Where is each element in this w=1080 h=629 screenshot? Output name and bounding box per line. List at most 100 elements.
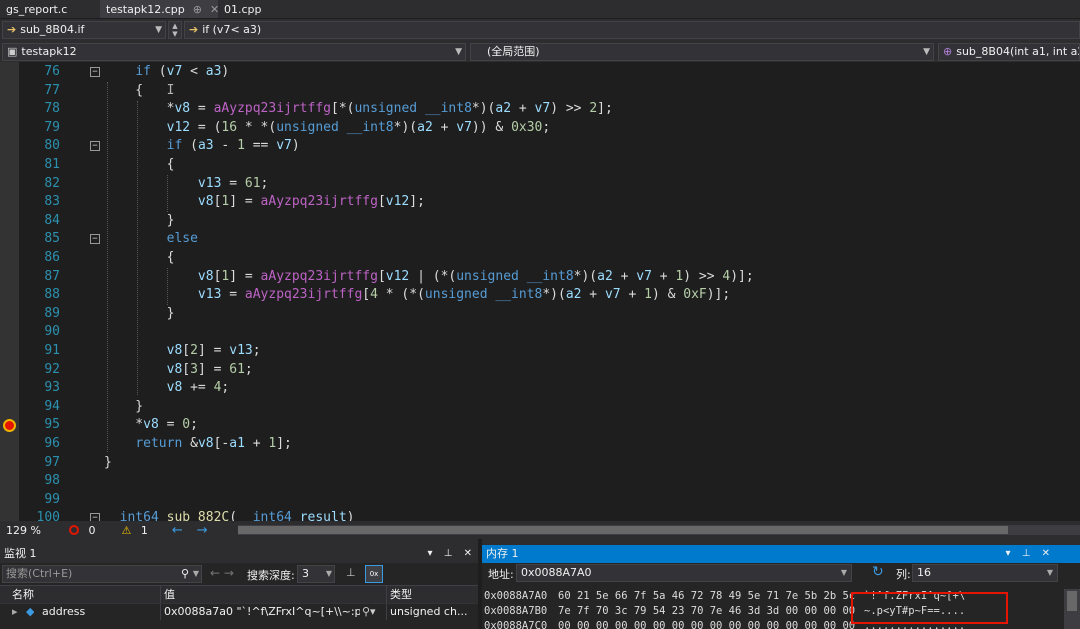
watch-search-input[interactable]: 搜索(Ctrl+E) ⚲ ▼ (2, 565, 202, 583)
code-line[interactable]: 97} (0, 454, 1080, 473)
tab-gs-report[interactable]: gs_report.c (0, 0, 100, 18)
code-line[interactable]: 89 } (0, 305, 1080, 324)
zoom-level[interactable]: 129 % (6, 524, 41, 537)
code-line[interactable]: 96 return &v8[-a1 + 1]; (0, 435, 1080, 454)
search-nav-arrows-icon[interactable]: ← → (210, 566, 234, 580)
expand-arrow-icon[interactable]: ▸ (12, 604, 18, 620)
fold-toggle-icon[interactable]: − (90, 141, 100, 152)
hex-display-toggle[interactable]: 0x (365, 565, 383, 583)
chevron-down-icon: ▼ (923, 47, 930, 57)
scope-branch-dropdown[interactable]: ➔ if (v7< a3) (184, 21, 1080, 39)
fold-toggle-icon[interactable]: − (90, 234, 100, 245)
column-name[interactable]: 名称 (12, 586, 34, 603)
close-icon[interactable]: ✕ (464, 548, 472, 559)
code-line[interactable]: 86 { (0, 249, 1080, 268)
code-line[interactable]: 82 v13 = 61; (0, 175, 1080, 194)
magnifier-icon[interactable]: ⚲▾ (362, 604, 376, 620)
code-line[interactable]: 90 (0, 323, 1080, 342)
code-line[interactable]: 83 v8[1] = aAyzpq23ijrtffg[v12]; (0, 193, 1080, 212)
breakpoint-icon[interactable] (3, 419, 16, 433)
tab-01-cpp[interactable]: 01.cpp (218, 0, 268, 18)
code-line[interactable]: 77 { I (0, 82, 1080, 101)
code-editor[interactable]: 76− if (v7 < a3) 77 { I 78 *v8 = aAyzpq23i… (0, 62, 1080, 521)
warning-icon: ⚠ (121, 523, 132, 537)
memory-pane-header: 内存 1 ▾ ⊥ ✕ (482, 545, 1080, 563)
fold-toggle-icon[interactable]: − (90, 513, 100, 521)
code-line[interactable]: 87 v8[1] = aAyzpq23ijrtffg[v12 | (*(unsi… (0, 268, 1080, 287)
code-text: if (a3 - 1 == v7) (166, 138, 300, 154)
code-text: return &v8[-a1 + 1]; (135, 436, 292, 451)
scope-spinner[interactable]: ▲ ▼ (168, 21, 182, 39)
code-line[interactable]: 85 − else (0, 230, 1080, 249)
code-line[interactable]: 92 v8[3] = 61; (0, 361, 1080, 380)
columns-select[interactable]: 16 ▼ (912, 564, 1058, 582)
code-line[interactable]: 76 − if (v7 < a3) (0, 63, 1080, 82)
pin-icon[interactable]: ⊥ (346, 566, 356, 579)
scrollbar-thumb[interactable] (238, 526, 1008, 534)
line-number: 100 (36, 510, 60, 521)
code-line[interactable]: 94 } (0, 398, 1080, 417)
tab-testapk12[interactable]: testapk12.cpp ⊕ ✕ (100, 0, 219, 18)
address-input[interactable]: 0x0088A7A0 ▼ (516, 564, 852, 582)
code-line[interactable]: 84 } (0, 212, 1080, 231)
code-line[interactable]: 91 v8[2] = v13; (0, 342, 1080, 361)
project-dropdown[interactable]: ▣ testapk12 ▼ (2, 43, 466, 61)
code-text: *v8 = aAyzpq23ijrtffg[*(unsigned __int8*… (104, 101, 613, 117)
global-scope-dropdown[interactable]: (全局范围) ▼ (470, 43, 934, 61)
column-type[interactable]: 类型 (390, 586, 412, 603)
search-depth-select[interactable]: 3 ▼ (297, 565, 335, 583)
function-dropdown[interactable]: ⊕sub_8B04(int a1, int a2, in (938, 43, 1080, 61)
dropdown-icon[interactable]: ▾ (427, 548, 432, 559)
vertical-scrollbar[interactable] (1064, 589, 1080, 629)
line-number: 82 (44, 175, 60, 191)
arrow-right-icon: ➔ (7, 23, 17, 36)
line-number: 95 (44, 417, 60, 433)
code-line[interactable]: 80 − if (a3 - 1 == v7) (0, 137, 1080, 156)
code-line[interactable]: 88 v13 = aAyzpq23ijrtffg[4 * (*(unsigned… (0, 286, 1080, 305)
refresh-icon[interactable]: ↻ (872, 564, 884, 580)
code-line[interactable]: 79 v12 = (16 * *(unsigned __int8*)(a2 + … (0, 119, 1080, 138)
pin-icon[interactable]: ⊥ (1022, 548, 1031, 559)
code-line[interactable]: 99 (0, 491, 1080, 510)
close-icon[interactable]: ✕ (1042, 548, 1050, 559)
global-scope-label: (全局范围) (487, 45, 540, 58)
code-text: { (104, 250, 175, 265)
code-text: v8 += 4; (166, 380, 230, 396)
code-line[interactable]: 93 v8 += 4; (0, 379, 1080, 398)
search-icon[interactable]: ⚲ (181, 566, 189, 582)
scope-navigation-bar: ➔ sub_8B04.if ▼ ▲ ▼ ➔ if (v7< a3) (0, 19, 1080, 41)
tab-label: gs_report.c (6, 2, 68, 16)
line-number: 92 (44, 361, 60, 377)
chevron-down-icon[interactable]: ▼ (193, 566, 199, 582)
line-number: 98 (44, 473, 60, 489)
navigate-back-icon[interactable]: ← (172, 523, 183, 538)
pin-icon[interactable]: ⊥ (444, 548, 453, 559)
code-text: if (v7 < a3) (135, 64, 230, 79)
line-number: 96 (44, 436, 60, 451)
scrollbar-thumb[interactable] (1067, 591, 1077, 611)
code-text: v8[3] = 61; (166, 361, 253, 377)
dropdown-icon[interactable]: ▾ (1005, 548, 1010, 559)
code-line[interactable]: 100 − __int64 sub_882C(__int64 result) (0, 509, 1080, 521)
code-line[interactable]: 98 (0, 472, 1080, 491)
pin-icon[interactable]: ⊕ (193, 1, 202, 18)
fold-toggle-icon[interactable]: − (90, 67, 100, 77)
code-text: v8[2] = v13; (166, 343, 261, 358)
horizontal-scrollbar[interactable] (238, 525, 1080, 535)
watch-title: 监视 1 (4, 547, 37, 560)
code-text: v13 = aAyzpq23ijrtffg[4 * (*(unsigned __… (197, 287, 731, 303)
code-line[interactable]: 78 *v8 = aAyzpq23ijrtffg[*(unsigned __in… (0, 100, 1080, 119)
code-line[interactable]: 95 *v8 = 0; (0, 416, 1080, 435)
line-number: 89 (44, 305, 60, 321)
table-row[interactable]: ▸ ◆ address 0x0088a7a0 "`!^f\ZFrxI^q~[+\… (0, 603, 478, 619)
navigate-forward-icon[interactable]: → (197, 523, 208, 538)
code-text: v8[1] = aAyzpq23ijrtffg[v12 | (*(unsigne… (197, 268, 754, 284)
watch-pane: 监视 1 ▾ ⊥ ✕ 搜索(Ctrl+E) ⚲ ▼ ← → 搜索深度: 3 ▼ … (0, 539, 478, 629)
warning-count[interactable]: 1 (141, 524, 148, 537)
code-line[interactable]: 81 { (0, 156, 1080, 175)
error-count[interactable]: 0 (88, 524, 95, 537)
scope-function-dropdown[interactable]: ➔ sub_8B04.if ▼ (2, 21, 166, 39)
column-value[interactable]: 值 (164, 586, 175, 603)
chevron-down-icon[interactable]: ▼ (841, 565, 847, 581)
line-number: 93 (44, 380, 60, 396)
